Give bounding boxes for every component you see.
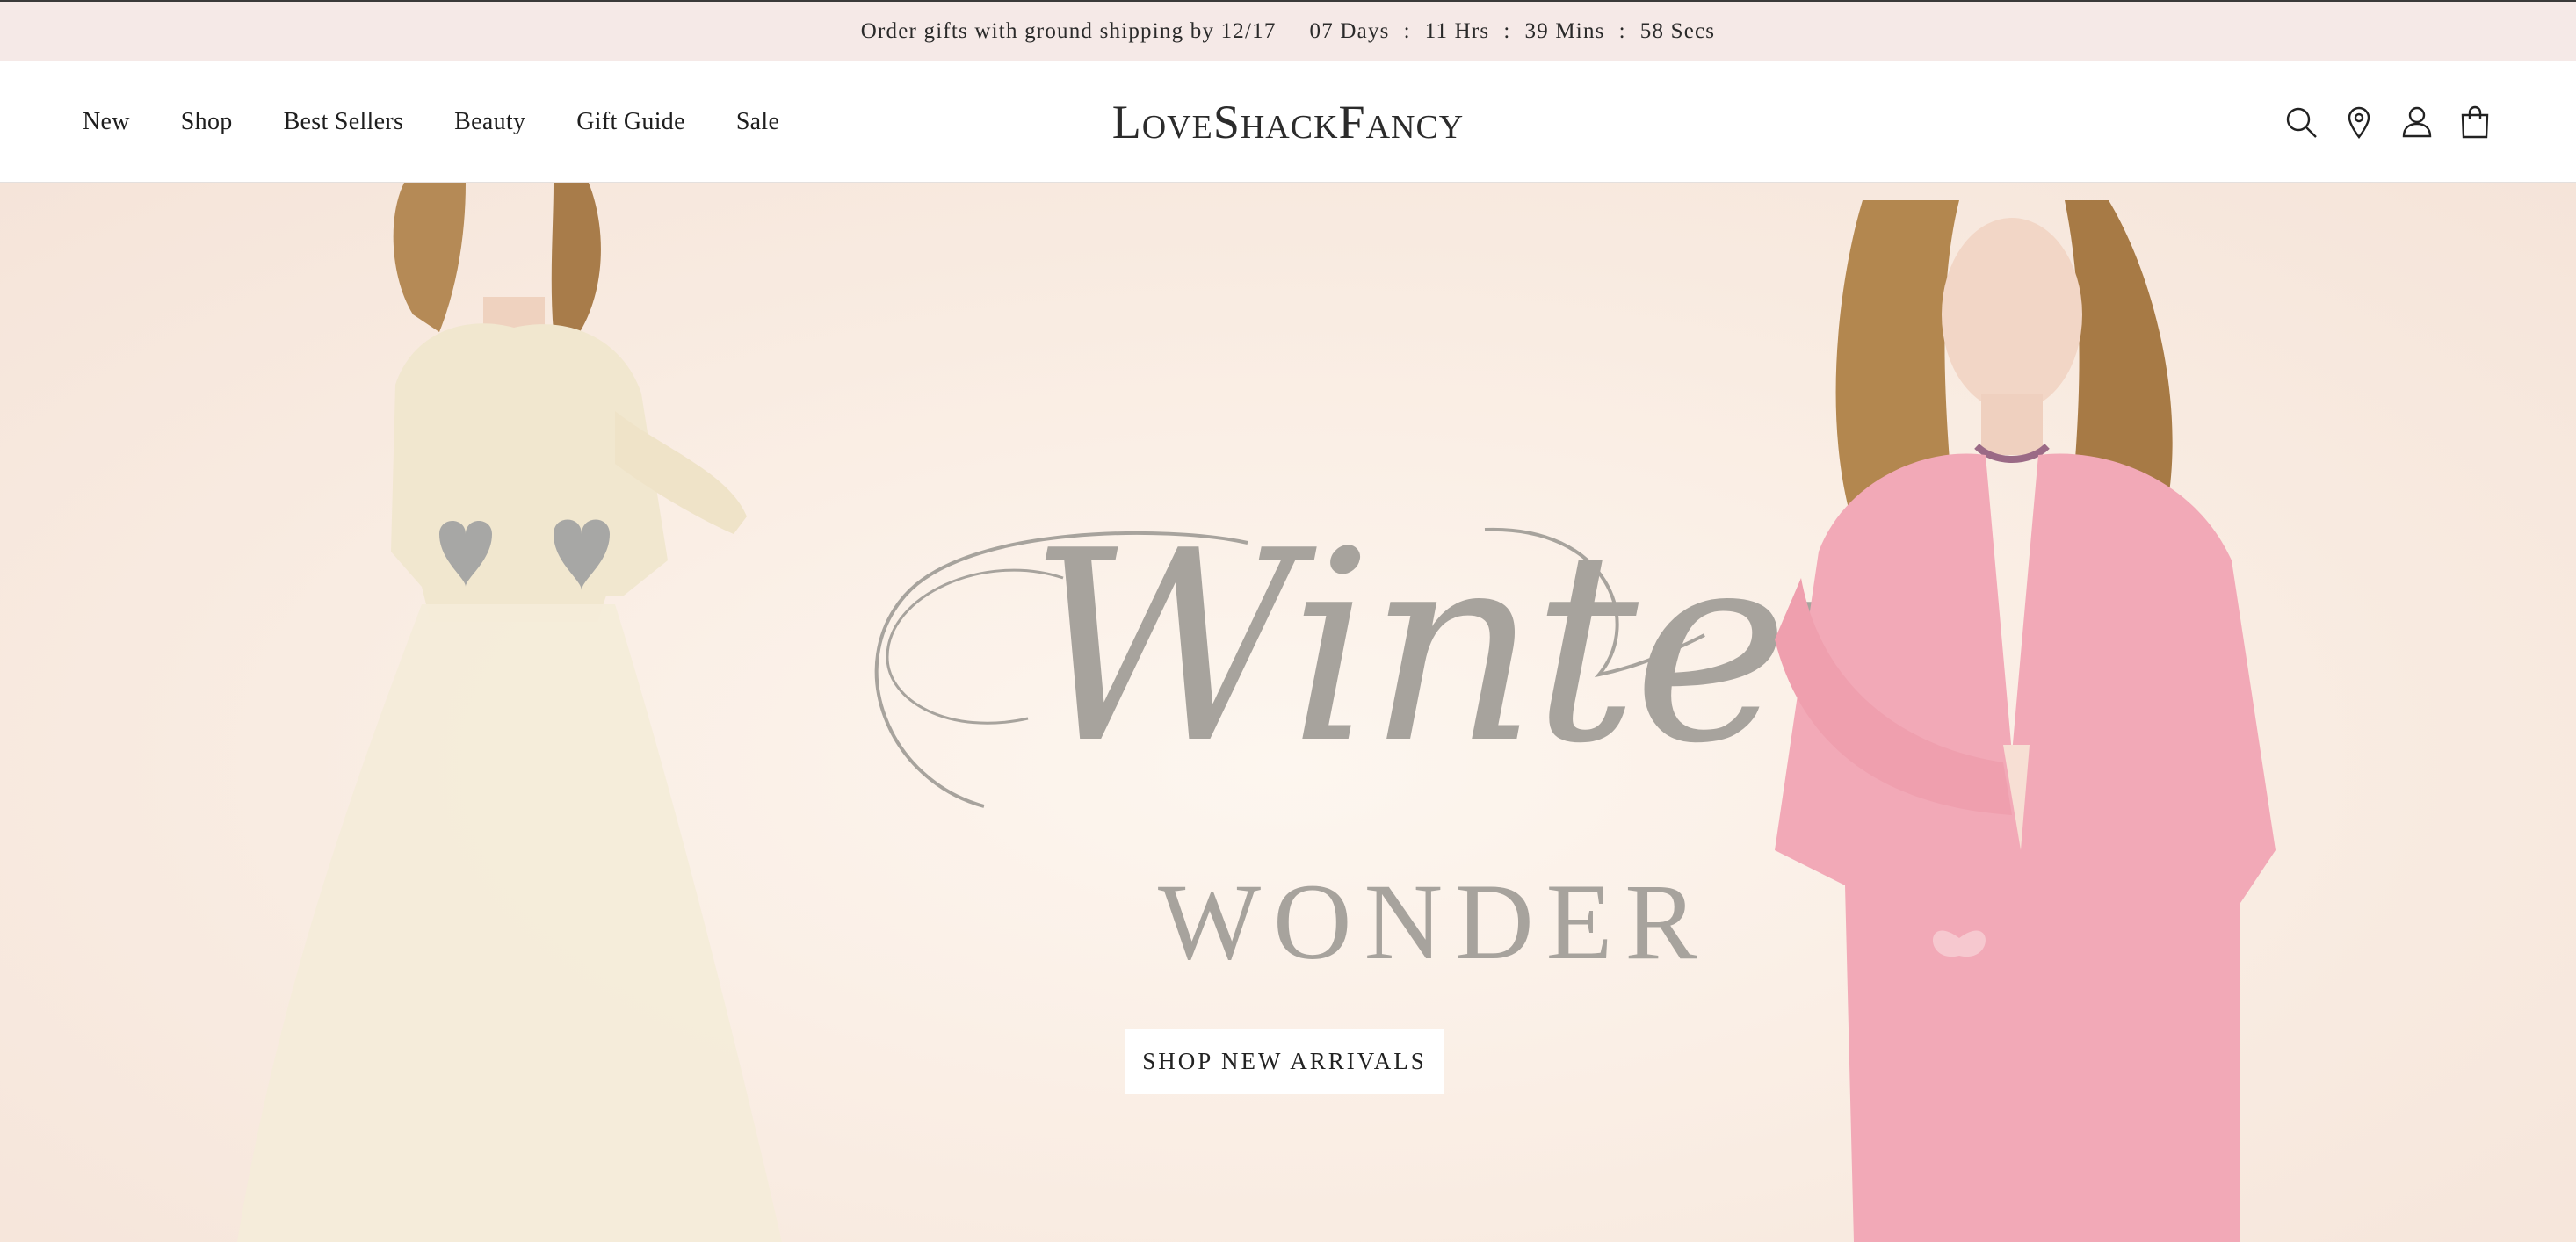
countdown-timer: 07 Days : 11 Hrs : 39 Mins : 58 Secs [1310,19,1716,44]
hero-model-right-image [1775,200,2276,1242]
main-nav: New Shop Best Sellers Beauty Gift Guide … [83,61,779,183]
nav-item-beauty[interactable]: Beauty [454,108,525,136]
shipping-message: Order gifts with ground shipping by 12/1… [860,19,1277,43]
headline-caps-word: WONDER [1158,862,1711,982]
countdown-minutes: 39 Mins [1524,19,1605,43]
hero-model-left-image [237,183,782,1242]
brand-logo[interactable]: LoveShackFancy [1112,95,1465,149]
nav-item-sale[interactable]: Sale [736,108,779,136]
nav-item-shop[interactable]: Shop [181,108,233,136]
site-header: New Shop Best Sellers Beauty Gift Guide … [0,61,2576,183]
hero-banner[interactable]: Winter WONDER SHOP NEW ARRIVALS [0,183,2576,1242]
nav-item-gift-guide[interactable]: Gift Guide [576,108,685,136]
countdown-separator: : [1618,19,1626,43]
header-icons [2283,61,2493,183]
shop-new-arrivals-button[interactable]: SHOP NEW ARRIVALS [1125,1029,1444,1094]
search-icon[interactable] [2283,104,2319,141]
hero-headline: Winter [843,499,1910,833]
countdown-separator: : [1403,19,1411,43]
nav-item-new[interactable]: New [83,108,130,136]
countdown-days: 07 Days [1309,19,1390,43]
nav-item-best-sellers[interactable]: Best Sellers [284,108,404,136]
account-icon[interactable] [2399,104,2435,141]
countdown-hours: 11 Hrs [1424,19,1490,43]
announcement-bar: Order gifts with ground shipping by 12/1… [0,0,2576,61]
shopping-bag-icon[interactable] [2457,104,2493,141]
location-pin-icon[interactable] [2341,104,2377,141]
countdown-separator: : [1503,19,1511,43]
countdown-seconds: 58 Secs [1639,19,1716,43]
